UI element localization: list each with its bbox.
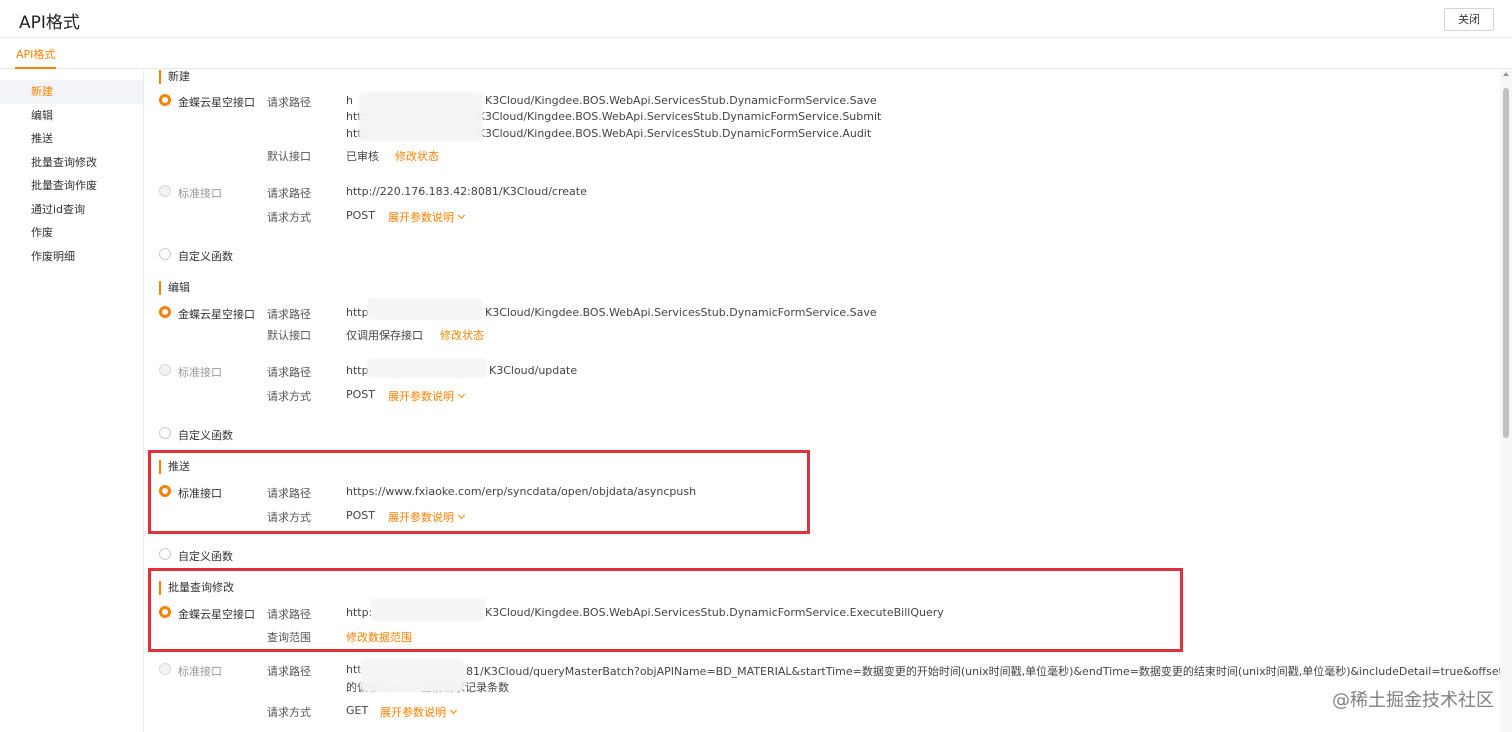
sidebar-item-batch-query-modify[interactable]: 批量查询修改 (0, 151, 143, 175)
path-prefix: http (346, 306, 369, 319)
path-prefix: h (346, 94, 353, 107)
chevron-down-icon (457, 390, 466, 399)
method-label: 请求方式 (267, 706, 311, 719)
redaction-blur (359, 92, 483, 142)
path-label: 请求路径 (267, 96, 311, 109)
sidebar: 新建 编辑 推送 批量查询修改 批量查询作废 通过id查询 作废 作废明细 (0, 70, 144, 732)
section-title-create: 新建 (159, 70, 190, 84)
option-label-push-custom: 自定义函数 (178, 550, 233, 563)
radio-batch-standard[interactable] (159, 663, 171, 675)
method-label: 请求方式 (267, 390, 311, 403)
sidebar-item-edit[interactable]: 编辑 (0, 104, 143, 128)
expand-params-link[interactable]: 展开参数说明 (380, 704, 458, 720)
radio-edit-standard[interactable] (159, 364, 171, 376)
sidebar-item-batch-query-void[interactable]: 批量查询作废 (0, 174, 143, 198)
radio-edit-custom[interactable] (159, 427, 171, 439)
method-label: 请求方式 (267, 211, 311, 224)
radio-edit-kingdee[interactable] (159, 306, 171, 318)
path-label: 请求路径 (267, 187, 311, 200)
tab-api-format[interactable]: API格式 (15, 46, 57, 69)
option-label-edit-custom: 自定义函数 (178, 429, 233, 442)
default-interface-value: 已审核 (346, 150, 379, 163)
scrollbar-thumb[interactable] (1503, 88, 1509, 438)
section-title-edit: 编辑 (159, 281, 190, 295)
option-label-create-custom: 自定义函数 (178, 250, 233, 263)
redaction-blur (367, 298, 483, 320)
option-label-edit-standard: 标准接口 (178, 366, 222, 379)
default-interface-label: 默认接口 (267, 150, 311, 163)
method-value: POST (346, 209, 375, 222)
request-path: http://220.176.183.42:8081/K3Cloud/creat… (346, 185, 587, 198)
redaction-blur (360, 658, 464, 692)
sidebar-item-push[interactable]: 推送 (0, 127, 143, 151)
sidebar-item-query-by-id[interactable]: 通过id查询 (0, 198, 143, 222)
expand-params-link[interactable]: 展开参数说明 (388, 209, 466, 225)
chevron-down-icon (457, 211, 466, 220)
option-label-create-standard: 标准接口 (178, 187, 222, 200)
highlight-box-batch-query-modify (148, 568, 1183, 652)
option-label-batch-standard: 标准接口 (178, 665, 222, 678)
scroll-up-arrow-icon[interactable] (1503, 72, 1509, 76)
sidebar-item-void-detail[interactable]: 作废明细 (0, 245, 143, 269)
close-button[interactable]: 关闭 (1444, 8, 1494, 31)
vertical-scrollbar[interactable] (1500, 70, 1512, 732)
radio-create-kingdee[interactable] (159, 94, 171, 106)
request-path: /K3Cloud/Kingdee.BOS.WebApi.ServicesStub… (474, 110, 882, 123)
radio-create-standard[interactable] (159, 185, 171, 197)
dialog-header: API格式 关闭 (0, 0, 1512, 38)
sidebar-item-create[interactable]: 新建 (0, 80, 143, 104)
expand-params-label: 展开参数说明 (388, 211, 454, 224)
modify-status-link[interactable]: 修改状态 (440, 327, 484, 343)
request-path-line-1: 81/K3Cloud/queryMasterBatch?objAPIName=B… (466, 665, 1500, 678)
expand-params-link[interactable]: 展开参数说明 (388, 388, 466, 404)
request-path: K3Cloud/update (489, 364, 578, 377)
path-label: 请求路径 (267, 308, 311, 321)
method-value: POST (346, 388, 375, 401)
watermark: @稀土掘金技术社区 (1332, 690, 1494, 711)
expand-params-label: 展开参数说明 (380, 706, 446, 719)
request-path: /K3Cloud/Kingdee.BOS.WebApi.ServicesStub… (474, 127, 872, 140)
default-interface-value: 仅调用保存接口 (346, 329, 423, 342)
request-path: K3Cloud/Kingdee.BOS.WebApi.ServicesStub.… (485, 306, 877, 319)
default-interface-label: 默认接口 (267, 329, 311, 342)
dialog-title: API格式 (19, 13, 80, 33)
path-label: 请求路径 (267, 366, 311, 379)
highlight-box-push (148, 450, 810, 534)
path-prefix: http (346, 364, 369, 377)
path-label: 请求路径 (267, 665, 311, 678)
main-content: 新建 金蝶云星空接口 请求路径 h K3Cloud/Kingdee.BOS.We… (145, 70, 1500, 732)
sidebar-item-void[interactable]: 作废 (0, 221, 143, 245)
modify-status-link[interactable]: 修改状态 (395, 148, 439, 164)
radio-create-custom[interactable] (159, 248, 171, 260)
chevron-down-icon (449, 706, 458, 715)
tab-bar: API格式 (0, 38, 1512, 69)
option-label-edit-kingdee: 金蝶云星空接口 (178, 308, 255, 321)
method-value: GET (346, 704, 369, 717)
redaction-blur (367, 358, 487, 378)
option-label-create-kingdee: 金蝶云星空接口 (178, 96, 255, 109)
expand-params-label: 展开参数说明 (388, 390, 454, 403)
request-path: K3Cloud/Kingdee.BOS.WebApi.ServicesStub.… (485, 94, 877, 107)
radio-push-custom[interactable] (159, 548, 171, 560)
